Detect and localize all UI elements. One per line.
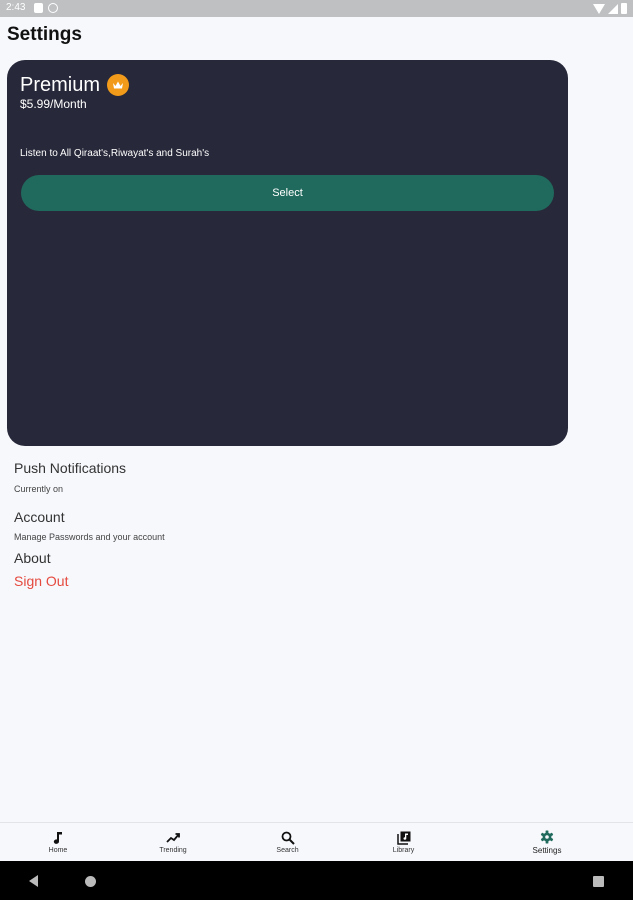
signal-icon (608, 3, 618, 14)
crown-icon (107, 74, 129, 96)
music-note-icon (53, 832, 62, 844)
gear-icon (540, 830, 554, 844)
plan-price: $5.99/Month (20, 97, 87, 111)
sync-icon (48, 3, 58, 13)
status-bar: 2:43 (0, 0, 633, 17)
nav-search[interactable]: Search (265, 823, 310, 862)
plan-name: Premium (20, 74, 101, 96)
back-icon[interactable] (29, 875, 38, 887)
account-description: Manage Passwords and your account (14, 532, 165, 542)
nav-trending[interactable]: Trending (148, 823, 198, 862)
sd-card-icon (34, 3, 43, 13)
trending-icon (166, 833, 180, 843)
select-plan-button[interactable]: Select (21, 175, 554, 211)
search-icon (281, 831, 295, 845)
page-title: Settings (7, 24, 82, 45)
premium-plan-card: Premium $5.99/Month Listen to All Qiraat… (7, 60, 568, 446)
push-notifications-item[interactable]: Push Notifications (14, 460, 126, 476)
nav-settings[interactable]: Settings (521, 823, 573, 862)
nav-trending-label: Trending (159, 847, 187, 854)
plan-description: Listen to All Qiraat's,Riwayat's and Sur… (20, 148, 210, 159)
wifi-icon (593, 3, 605, 14)
home-icon[interactable] (85, 876, 96, 887)
push-notifications-status: Currently on (14, 484, 64, 494)
sign-out-button[interactable]: Sign Out (14, 573, 68, 589)
nav-settings-label: Settings (532, 846, 562, 855)
about-item[interactable]: About (14, 550, 51, 566)
recents-icon[interactable] (593, 876, 604, 887)
nav-home-label: Home (48, 847, 68, 854)
nav-library[interactable]: Library (381, 823, 426, 862)
bottom-nav: Home Trending Search Library Settings (0, 822, 633, 861)
nav-search-label: Search (276, 847, 299, 854)
battery-icon (621, 3, 627, 14)
nav-home[interactable]: Home (38, 823, 78, 862)
status-time: 2:43 (6, 2, 26, 13)
library-icon (396, 831, 410, 845)
account-item[interactable]: Account (14, 509, 65, 525)
system-nav-bar (0, 861, 633, 900)
nav-library-label: Library (392, 847, 415, 854)
